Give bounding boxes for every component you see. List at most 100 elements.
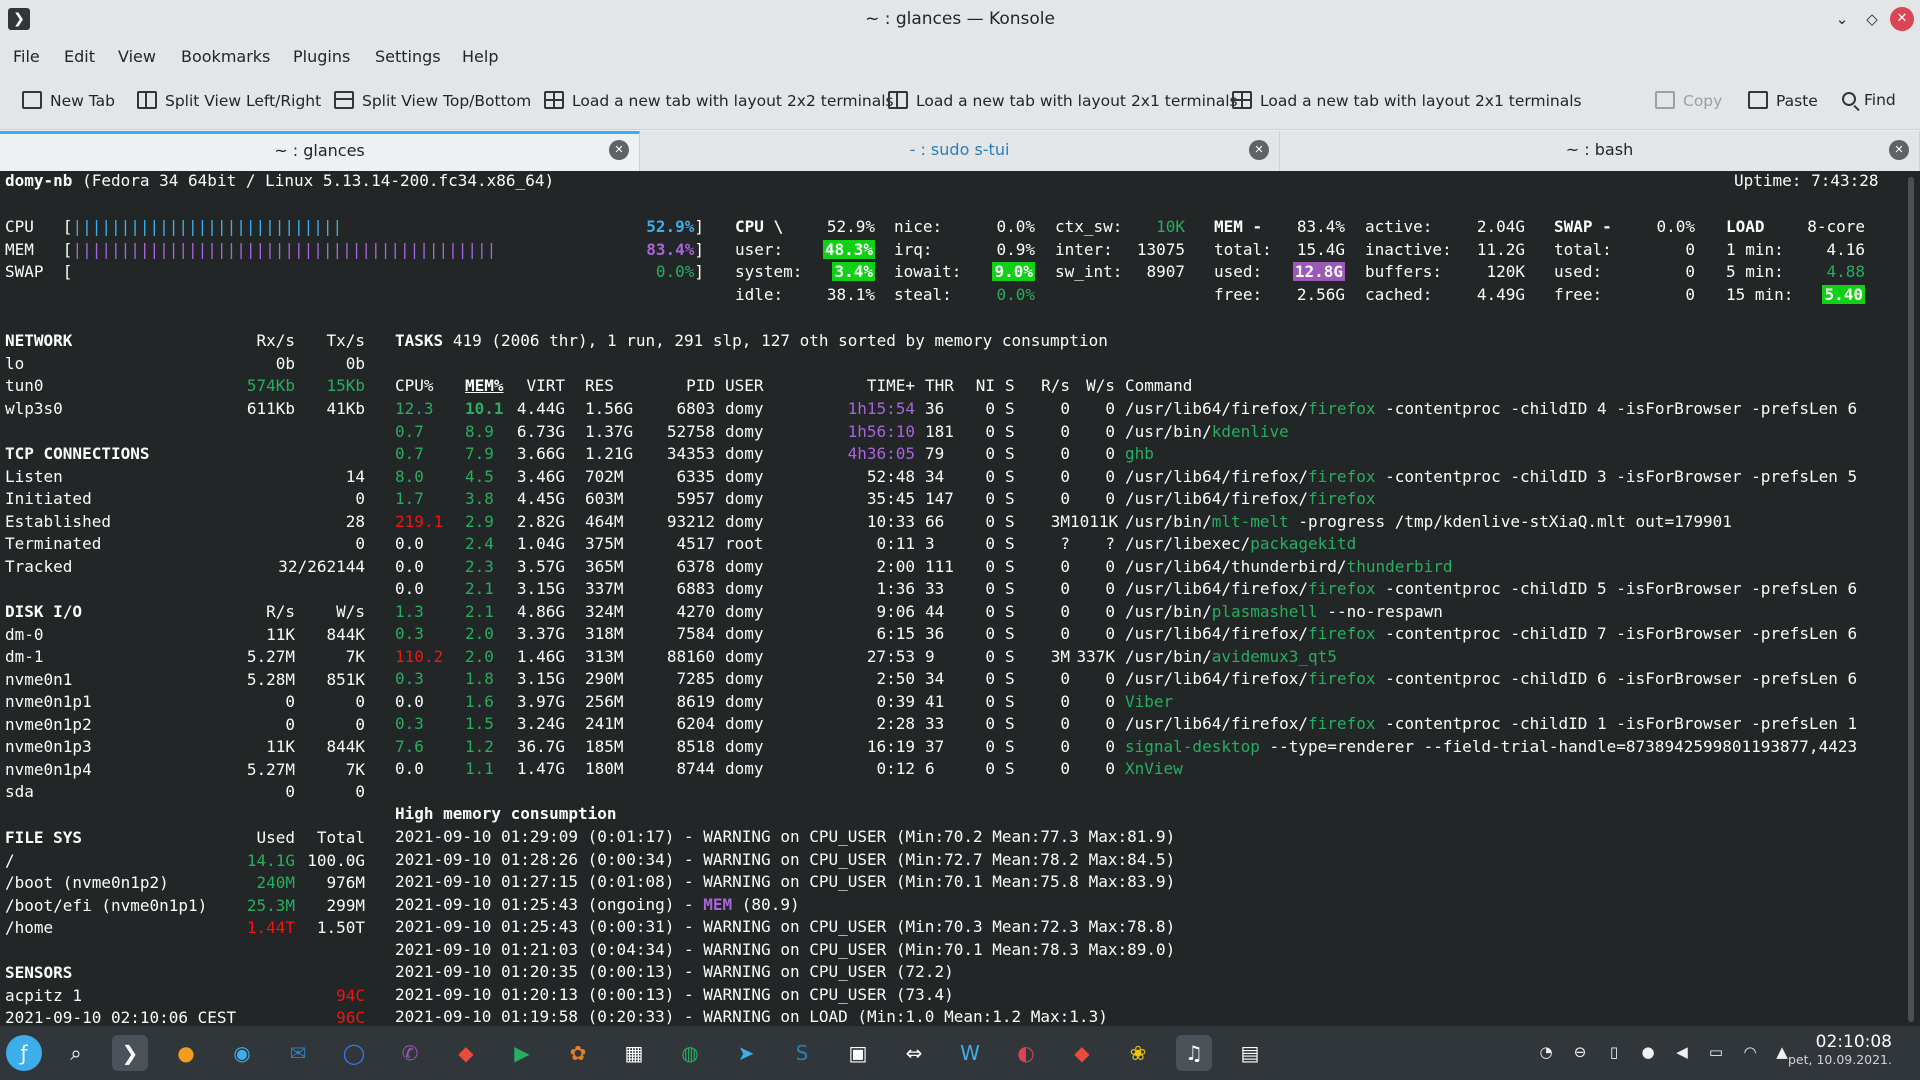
process-user: domy [725,691,764,711]
play-icon[interactable]: ▶ [504,1035,540,1071]
proc-header-pid[interactable]: PID [640,376,715,396]
shazam-icon[interactable]: S [784,1035,820,1071]
proc-header-command[interactable]: Command [1125,376,1192,396]
network-tx-header: Tx/s [326,331,365,350]
proc-header-ni[interactable]: NI [965,376,995,396]
proc-header-ws[interactable]: W/s [1070,376,1115,396]
disk-r: 0 [285,782,295,801]
process-command: /usr/bin/mlt-melt -progress /tmp/kdenliv… [1125,511,1732,531]
tab-sudo-s-tui[interactable]: - : sudo s-tui ✕ [640,131,1280,171]
bulb-tray-icon[interactable]: ● [1638,1042,1658,1062]
kdenlive-icon[interactable]: ◆ [1064,1035,1100,1071]
scrollbar[interactable] [1908,177,1914,1022]
volume-tray-icon[interactable]: ◀ [1672,1042,1692,1062]
load-layout-2x2-button[interactable]: Load a new tab with layout 2x2 terminals [544,91,894,110]
gimp-icon[interactable]: ✿ [560,1035,596,1071]
calculator-icon[interactable]: ▦ [616,1035,652,1071]
cpu-user: 48.3% [822,240,875,259]
updates-tray-icon[interactable]: ◔ [1536,1042,1556,1062]
process-time: 9:06 [876,601,915,621]
fs-total: 100.0G [307,851,365,870]
proc-header-time[interactable]: TIME+ [825,376,915,396]
menu-bookmarks[interactable]: Bookmarks [181,47,270,66]
paste-button[interactable]: Paste [1748,91,1818,110]
firefox-icon[interactable]: ● [168,1035,204,1071]
mem-pct: 83.4% [1296,217,1345,236]
anydesk-icon[interactable]: ◆ [448,1035,484,1071]
chromium-icon[interactable]: ◉ [224,1035,260,1071]
proc-header-s[interactable]: S [1005,376,1015,396]
process-user: domy [725,444,764,463]
clapper-icon[interactable]: ▤ [1232,1035,1268,1071]
split-left-right-button[interactable]: Split View Left/Right [137,91,321,110]
menu-help[interactable]: Help [462,47,498,66]
mem-buffers-label: buffers: [1365,262,1443,281]
process-user: domy [725,421,764,441]
writer-icon[interactable]: W [952,1035,988,1071]
process-user: domy [725,759,764,778]
menu-plugins[interactable]: Plugins [293,47,350,66]
telegram-icon[interactable]: ➤ [728,1035,764,1071]
proc-header-res[interactable]: RES [585,376,614,396]
process-rs: 0 [1060,579,1070,598]
find-button[interactable]: Find [1842,91,1896,109]
process-rs: 0 [1060,736,1070,756]
ctx-sw-label: ctx_sw: [1055,217,1123,236]
close-icon[interactable]: ✕ [1889,140,1909,160]
battery-tray-icon[interactable]: ▭ [1706,1042,1726,1062]
menu-edit[interactable]: Edit [64,47,95,66]
pineapple-icon[interactable]: ❀ [1120,1035,1156,1071]
audio-icon[interactable]: ♫ [1176,1035,1212,1071]
tab-bash[interactable]: ~ : bash ✕ [1280,131,1920,171]
process-s: S [1005,534,1015,553]
proc-header-thr[interactable]: THR [925,376,954,396]
load-layout-2x1-rows-button[interactable]: Load a new tab with layout 2x1 terminals [1232,91,1582,110]
tab-glances[interactable]: ~ : glances ✕ [0,131,640,171]
dnd-tray-icon[interactable]: ⊖ [1570,1042,1590,1062]
menu-file[interactable]: File [13,47,40,66]
proc-header-virt[interactable]: VIRT [505,376,565,396]
quicklook-mem: MEM [|||||||||||||||||||||||||||||||||||… [5,240,497,259]
fedora-launcher-icon[interactable]: ƒ [6,1035,42,1071]
viber-icon[interactable]: ✆ [392,1035,428,1071]
quicklook-mem-pct: 83.4%] [646,240,704,259]
menu-view[interactable]: View [118,47,156,66]
close-icon[interactable]: ✕ [1249,140,1269,160]
konsole-icon[interactable]: ❯ [112,1035,148,1071]
proc-header-rs[interactable]: R/s [1025,376,1070,396]
clock[interactable]: 02:10:08 pet, 10.09.2021. [1788,1032,1892,1067]
maximize-button[interactable]: ◇ [1860,7,1884,31]
menu-settings[interactable]: Settings [375,47,441,66]
teamviewer-icon[interactable]: ⇔ [896,1035,932,1071]
gpu-icon[interactable]: ◍ [672,1035,708,1071]
copy-button[interactable]: Copy [1655,91,1722,110]
mem-used: 12.8G [1292,262,1345,281]
process-pid: 6803 [676,399,715,418]
davinci-icon[interactable]: ◐ [1008,1035,1044,1071]
close-icon[interactable]: ✕ [609,140,629,160]
process-pid: 52758 [666,421,715,441]
split-top-bottom-button[interactable]: Split View Top/Bottom [334,91,531,110]
process-s: S [1005,511,1015,531]
process-s: S [1005,601,1015,621]
terminal-view[interactable]: domy-nb (Fedora 34 64bit / Linux 5.13.14… [0,171,1920,1026]
minimize-button[interactable]: ⌄ [1830,7,1854,31]
new-tab-button[interactable]: New Tab [22,91,115,110]
cpu-steal: 0.0% [996,285,1035,304]
process-command: /usr/lib64/thunderbird/thunderbird [1125,556,1453,576]
proc-header-user[interactable]: USER [725,376,764,396]
process-time: 6:15 [876,624,915,643]
thunderbird-icon[interactable]: ✉ [280,1035,316,1071]
clipboard-tray-icon[interactable]: ▯ [1604,1042,1624,1062]
signal-icon[interactable]: ◯ [336,1035,372,1071]
wifi-tray-icon[interactable]: ◠ [1740,1042,1760,1062]
network-monitor-icon[interactable]: ▣ [840,1035,876,1071]
process-ws: 1011K [1070,511,1119,531]
search-icon[interactable]: ⌕ [58,1035,94,1071]
proc-header-cpu[interactable]: CPU% [395,376,434,396]
load-layout-2x1-button[interactable]: Load a new tab with layout 2x1 terminals [888,91,1238,110]
process-command: /usr/lib64/firefox/firefox -contentproc … [1125,669,1858,688]
proc-header-mem[interactable]: MEM% [465,376,504,396]
process-thr: 79 [925,444,945,463]
close-window-button[interactable]: ✕ [1890,7,1914,31]
